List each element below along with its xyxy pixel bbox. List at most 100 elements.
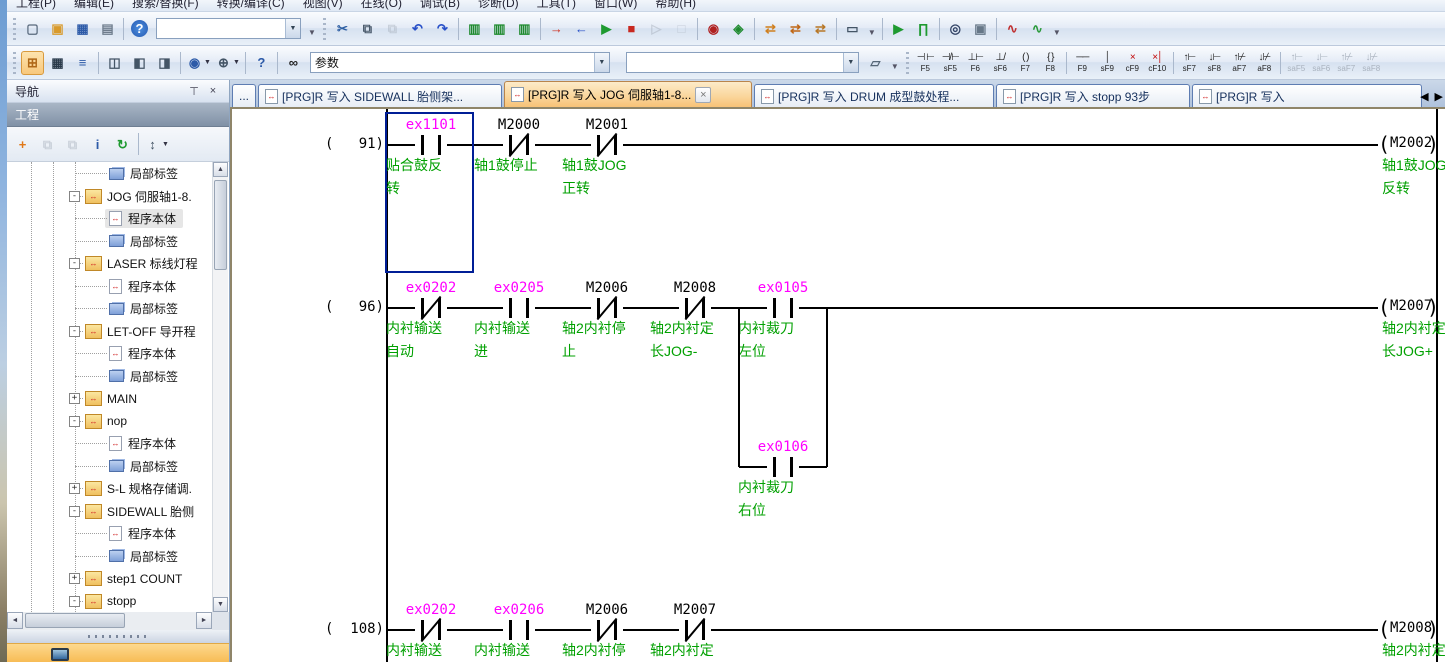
trace-graph-up-button[interactable]: ∿	[1026, 17, 1049, 41]
collapse-icon[interactable]: -	[69, 596, 80, 607]
ladder-symbol-aF7-button[interactable]: ↑⊬aF7	[1227, 49, 1252, 77]
document-tab-active[interactable]: ↔[PRG]R 写入 JOG 伺服轴1-8...×	[504, 81, 752, 107]
ladder-symbol-sF9-button[interactable]: │sF9	[1095, 49, 1120, 77]
menu-item[interactable]: 搜索/替换(F)	[123, 0, 208, 11]
ladder-symbol-F9-button[interactable]: ──F9	[1070, 49, 1095, 77]
device-batch-monitor-button[interactable]: ◉	[702, 17, 725, 41]
contact-M2008[interactable]	[679, 297, 711, 319]
menu-item[interactable]: 编辑(E)	[65, 0, 123, 11]
expand-icon[interactable]: +	[69, 573, 80, 584]
new-project-button[interactable]: ▢	[21, 17, 44, 41]
menu-item[interactable]: 窗口(W)	[585, 0, 646, 11]
combo-dropdown-icon[interactable]: ▼	[843, 53, 858, 72]
combo-dropdown-icon[interactable]: ▼	[594, 53, 609, 72]
toolbar-overflow-icon[interactable]: ▼	[891, 62, 899, 71]
nav-project-bar-button[interactable]	[7, 643, 229, 662]
device-target-combo[interactable]: 参数 ▼	[310, 52, 610, 73]
help-lamp-button[interactable]: ?	[250, 51, 273, 75]
collapse-icon[interactable]: -	[69, 191, 80, 202]
panel-splitter[interactable]	[7, 630, 229, 643]
collapse-icon[interactable]: -	[69, 326, 80, 337]
toolbar-grip[interactable]	[13, 52, 16, 74]
search-monitor-button[interactable]: ◎	[944, 17, 967, 41]
ladder-symbol-sF8-button[interactable]: ↓⊢sF8	[1202, 49, 1227, 77]
tree-item-SIDEWALL 胎侧[interactable]: ↔SIDEWALL 胎侧	[7, 500, 197, 523]
combo-dropdown-icon[interactable]: ▼	[285, 19, 300, 38]
help-button[interactable]: ?	[128, 17, 151, 41]
coil-M2002[interactable]: M2002	[1390, 135, 1432, 151]
ladder-symbol-F5-button[interactable]: ⊣ ⊢F5	[913, 49, 938, 77]
tree-item-stopp[interactable]: ↔stopp	[7, 590, 197, 613]
plc-read-button[interactable]: ▥	[463, 17, 486, 41]
scroll-down-icon[interactable]: ▼	[213, 597, 228, 612]
device-list-button[interactable]: ◧	[128, 51, 151, 75]
toolbar-grip[interactable]	[323, 18, 326, 40]
copy-button[interactable]: ⧉	[356, 17, 379, 41]
collapse-icon[interactable]: -	[69, 416, 80, 427]
screen-capture-button[interactable]: ▣	[969, 17, 992, 41]
document-tab[interactable]: ↔[PRG]R 写入 stopp 93步	[996, 84, 1190, 107]
run-marker-button[interactable]: ▶	[887, 17, 910, 41]
ladder-symbol-cF10-button[interactable]: ×│cF10	[1145, 49, 1170, 77]
ladder-symbol-cF9-button[interactable]: ×cF9	[1120, 49, 1145, 77]
pin-icon[interactable]: ⊤	[186, 84, 202, 99]
pulse-marker-button[interactable]: ∏	[912, 17, 935, 41]
print-preview-page-button[interactable]: ▱	[864, 51, 887, 75]
scroll-right-icon[interactable]: ►	[196, 612, 212, 629]
tree-item-step1 COUNT[interactable]: ↔step1 COUNT	[7, 567, 197, 590]
contact-ex0206[interactable]	[503, 619, 535, 641]
tree-item-MAIN[interactable]: ↔MAIN	[7, 387, 197, 410]
project-view-toggle-button[interactable]: ⊞	[21, 51, 44, 75]
tree-item-nop[interactable]: ↔nop	[7, 410, 197, 433]
save-project-button[interactable]: ▦	[71, 17, 94, 41]
toolbar-grip[interactable]	[906, 52, 909, 74]
online-program-change-button[interactable]: ⇄	[759, 17, 782, 41]
device-display-menu-button[interactable]: ◉▼	[185, 51, 212, 75]
tree-item-LASER 标线灯程[interactable]: ↔LASER 标线灯程	[7, 252, 197, 275]
ladder-symbol-aF8-button[interactable]: ↓⊬aF8	[1252, 49, 1277, 77]
plc-write-button[interactable]: ▥	[488, 17, 511, 41]
menu-item[interactable]: 转换/编译(C)	[208, 0, 294, 11]
data-security-button[interactable]: i	[86, 132, 109, 156]
import-data-button[interactable]: ⇄	[809, 17, 832, 41]
window-list-button[interactable]: ≡	[71, 51, 94, 75]
menu-item[interactable]: 视图(V)	[294, 0, 352, 11]
contact-ex0202[interactable]	[415, 297, 447, 319]
document-tab[interactable]: ↔[PRG]R 写入 DRUM 成型鼓处程...	[754, 84, 994, 107]
write-to-plc-button[interactable]: →	[545, 17, 568, 41]
scrollbar-thumb[interactable]	[214, 180, 227, 270]
coil-M2007[interactable]: M2007	[1390, 298, 1432, 314]
ladder-editor[interactable]: ( 91)ex1101贴合鼓反转M2000轴1鼓停止M2001轴1鼓JOG正转(…	[232, 109, 1445, 662]
document-tab[interactable]: ↔[PRG]R 写入	[1192, 84, 1422, 107]
menu-item[interactable]: 调试(B)	[411, 0, 469, 11]
contact-M2006[interactable]	[591, 619, 623, 641]
tree-item-S-L 规格存储调.[interactable]: ↔S-L 规格存储调.	[7, 477, 197, 500]
scroll-left-icon[interactable]: ◄	[7, 612, 23, 629]
menu-item[interactable]: 工具(T)	[528, 0, 585, 11]
print-button[interactable]: ▤	[96, 17, 119, 41]
ladder-symbol-F7-button[interactable]: ( )F7	[1013, 49, 1038, 77]
refresh-view-button[interactable]: ↻	[111, 132, 134, 156]
cut-button[interactable]: ✂	[331, 17, 354, 41]
document-tab[interactable]: ↔[PRG]R 写入 SIDEWALL 胎侧架...	[258, 84, 502, 107]
plc-diagnostics-button[interactable]: ▥	[513, 17, 536, 41]
redo-button[interactable]: ↷	[431, 17, 454, 41]
toolbar-overflow-icon[interactable]: ▼	[1053, 28, 1061, 37]
toolbar-grip[interactable]	[13, 18, 16, 40]
menu-item[interactable]: 帮助(H)	[646, 0, 705, 11]
tree-item-LET-OFF 导开程[interactable]: ↔LET-OFF 导开程	[7, 320, 197, 343]
tab-scroll-left-icon[interactable]: ◀	[1420, 90, 1428, 103]
menu-item[interactable]: 在线(O)	[352, 0, 411, 11]
open-project-button[interactable]: ▣	[46, 17, 69, 41]
contact-M2006[interactable]	[591, 297, 623, 319]
secondary-combo[interactable]: ▼	[626, 52, 859, 73]
intelligent-module-button[interactable]: ▦	[46, 51, 69, 75]
contact-M2000[interactable]	[503, 134, 535, 156]
tab-scroll-right-icon[interactable]: ▶	[1435, 90, 1443, 103]
contact-M2007[interactable]	[679, 619, 711, 641]
expand-icon[interactable]: +	[69, 483, 80, 494]
read-from-plc-button[interactable]: ←	[570, 17, 593, 41]
ladder-symbol-F6-button[interactable]: ⊥⊢F6	[963, 49, 988, 77]
sort-menu-button[interactable]: ↕▼	[143, 132, 170, 156]
contact-ex0205[interactable]	[503, 297, 535, 319]
